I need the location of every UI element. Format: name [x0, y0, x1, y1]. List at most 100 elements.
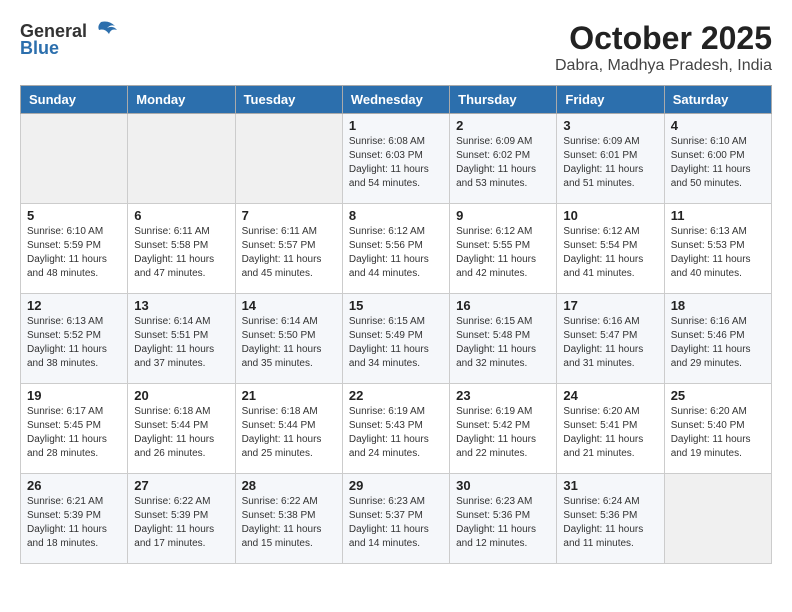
day-number: 11: [671, 208, 765, 223]
cell-info: Sunrise: 6:23 AM Sunset: 5:37 PM Dayligh…: [349, 495, 443, 551]
week-row-2: 5 Sunrise: 6:10 AM Sunset: 5:59 PM Daylig…: [21, 204, 772, 294]
cell-info: Sunrise: 6:16 AM Sunset: 5:47 PM Dayligh…: [563, 315, 657, 371]
calendar-cell: 16 Sunrise: 6:15 AM Sunset: 5:48 PM Dayli…: [450, 294, 557, 384]
cell-info: Sunrise: 6:12 AM Sunset: 5:54 PM Dayligh…: [563, 225, 657, 281]
calendar-cell: 8Sunrise: 6:12 AM Sunset: 5:56 PM Daylig…: [342, 204, 449, 294]
calendar-cell: 7Sunrise: 6:11 AM Sunset: 5:57 PM Daylig…: [235, 204, 342, 294]
calendar-cell: 19 Sunrise: 6:17 AM Sunset: 5:45 PM Dayli…: [21, 384, 128, 474]
cell-info: Sunrise: 6:11 AM Sunset: 5:57 PM Dayligh…: [242, 225, 336, 281]
cell-info: Sunrise: 6:19 AM Sunset: 5:42 PM Dayligh…: [456, 405, 550, 461]
day-number: 6: [134, 208, 228, 223]
cell-info: Sunrise: 6:22 AM Sunset: 5:38 PM Dayligh…: [242, 495, 336, 551]
cell-info: Sunrise: 6:20 AM Sunset: 5:40 PM Dayligh…: [671, 405, 765, 461]
cell-info: Sunrise: 6:09 AM Sunset: 6:02 PM Dayligh…: [456, 135, 550, 191]
cell-info: Sunrise: 6:12 AM Sunset: 5:55 PM Dayligh…: [456, 225, 550, 281]
day-number: 22: [349, 388, 443, 403]
calendar-cell: 23 Sunrise: 6:19 AM Sunset: 5:42 PM Dayli…: [450, 384, 557, 474]
cell-info: Sunrise: 6:18 AM Sunset: 5:44 PM Dayligh…: [242, 405, 336, 461]
weekday-header-thursday: Thursday: [450, 86, 557, 114]
weekday-header-tuesday: Tuesday: [235, 86, 342, 114]
calendar-cell: 22 Sunrise: 6:19 AM Sunset: 5:43 PM Dayli…: [342, 384, 449, 474]
calendar-cell: 31 Sunrise: 6:24 AM Sunset: 5:36 PM Dayli…: [557, 474, 664, 564]
calendar-cell: 25Sunrise: 6:20 AM Sunset: 5:40 PM Dayli…: [664, 384, 771, 474]
cell-info: Sunrise: 6:15 AM Sunset: 5:48 PM Dayligh…: [456, 315, 550, 371]
calendar-cell: [128, 114, 235, 204]
calendar-title: October 2025: [555, 20, 772, 57]
day-number: 24: [563, 388, 657, 403]
week-row-3: 12 Sunrise: 6:13 AM Sunset: 5:52 PM Dayli…: [21, 294, 772, 384]
cell-info: Sunrise: 6:23 AM Sunset: 5:36 PM Dayligh…: [456, 495, 550, 551]
cell-info: Sunrise: 6:17 AM Sunset: 5:45 PM Dayligh…: [27, 405, 121, 461]
day-number: 23: [456, 388, 550, 403]
cell-info: Sunrise: 6:16 AM Sunset: 5:46 PM Dayligh…: [671, 315, 765, 371]
calendar-cell: [21, 114, 128, 204]
day-number: 12: [27, 298, 121, 313]
weekday-header-saturday: Saturday: [664, 86, 771, 114]
calendar-cell: 26 Sunrise: 6:21 AM Sunset: 5:39 PM Dayli…: [21, 474, 128, 564]
cell-info: Sunrise: 6:11 AM Sunset: 5:58 PM Dayligh…: [134, 225, 228, 281]
calendar-cell: 21 Sunrise: 6:18 AM Sunset: 5:44 PM Dayli…: [235, 384, 342, 474]
calendar-cell: 5 Sunrise: 6:10 AM Sunset: 5:59 PM Daylig…: [21, 204, 128, 294]
day-number: 26: [27, 478, 121, 493]
day-number: 18: [671, 298, 765, 313]
day-number: 27: [134, 478, 228, 493]
cell-info: Sunrise: 6:10 AM Sunset: 5:59 PM Dayligh…: [27, 225, 121, 281]
cell-info: Sunrise: 6:19 AM Sunset: 5:43 PM Dayligh…: [349, 405, 443, 461]
cell-info: Sunrise: 6:18 AM Sunset: 5:44 PM Dayligh…: [134, 405, 228, 461]
day-number: 9: [456, 208, 550, 223]
cell-info: Sunrise: 6:14 AM Sunset: 5:51 PM Dayligh…: [134, 315, 228, 371]
day-number: 5: [27, 208, 121, 223]
day-number: 4: [671, 118, 765, 133]
cell-info: Sunrise: 6:10 AM Sunset: 6:00 PM Dayligh…: [671, 135, 765, 191]
cell-info: Sunrise: 6:20 AM Sunset: 5:41 PM Dayligh…: [563, 405, 657, 461]
day-number: 14: [242, 298, 336, 313]
calendar-cell: 18 Sunrise: 6:16 AM Sunset: 5:46 PM Dayli…: [664, 294, 771, 384]
week-row-4: 19 Sunrise: 6:17 AM Sunset: 5:45 PM Dayli…: [21, 384, 772, 474]
day-number: 20: [134, 388, 228, 403]
weekday-header-friday: Friday: [557, 86, 664, 114]
calendar-cell: 29 Sunrise: 6:23 AM Sunset: 5:37 PM Dayli…: [342, 474, 449, 564]
day-number: 30: [456, 478, 550, 493]
day-number: 8: [349, 208, 443, 223]
cell-info: Sunrise: 6:21 AM Sunset: 5:39 PM Dayligh…: [27, 495, 121, 551]
logo: General Blue: [20, 20, 119, 59]
calendar-cell: 24 Sunrise: 6:20 AM Sunset: 5:41 PM Dayli…: [557, 384, 664, 474]
calendar-cell: 11 Sunrise: 6:13 AM Sunset: 5:53 PM Dayli…: [664, 204, 771, 294]
calendar-cell: 9 Sunrise: 6:12 AM Sunset: 5:55 PM Daylig…: [450, 204, 557, 294]
calendar-cell: 28 Sunrise: 6:22 AM Sunset: 5:38 PM Dayli…: [235, 474, 342, 564]
calendar-cell: 30 Sunrise: 6:23 AM Sunset: 5:36 PM Dayli…: [450, 474, 557, 564]
weekday-header-sunday: Sunday: [21, 86, 128, 114]
calendar-cell: 3Sunrise: 6:09 AM Sunset: 6:01 PM Daylig…: [557, 114, 664, 204]
day-number: 3: [563, 118, 657, 133]
calendar-subtitle: Dabra, Madhya Pradesh, India: [555, 57, 772, 75]
day-number: 29: [349, 478, 443, 493]
cell-info: Sunrise: 6:13 AM Sunset: 5:53 PM Dayligh…: [671, 225, 765, 281]
calendar-cell: 10 Sunrise: 6:12 AM Sunset: 5:54 PM Dayli…: [557, 204, 664, 294]
cell-info: Sunrise: 6:24 AM Sunset: 5:36 PM Dayligh…: [563, 495, 657, 551]
day-number: 10: [563, 208, 657, 223]
cell-info: Sunrise: 6:13 AM Sunset: 5:52 PM Dayligh…: [27, 315, 121, 371]
calendar-cell: 27 Sunrise: 6:22 AM Sunset: 5:39 PM Dayli…: [128, 474, 235, 564]
cell-info: Sunrise: 6:22 AM Sunset: 5:39 PM Dayligh…: [134, 495, 228, 551]
title-section: October 2025 Dabra, Madhya Pradesh, Indi…: [555, 20, 772, 75]
calendar-cell: 15Sunrise: 6:15 AM Sunset: 5:49 PM Dayli…: [342, 294, 449, 384]
calendar-cell: 4 Sunrise: 6:10 AM Sunset: 6:00 PM Daylig…: [664, 114, 771, 204]
calendar-cell: 2Sunrise: 6:09 AM Sunset: 6:02 PM Daylig…: [450, 114, 557, 204]
day-number: 21: [242, 388, 336, 403]
calendar-cell: 12 Sunrise: 6:13 AM Sunset: 5:52 PM Dayli…: [21, 294, 128, 384]
calendar-cell: 1Sunrise: 6:08 AM Sunset: 6:03 PM Daylig…: [342, 114, 449, 204]
day-number: 28: [242, 478, 336, 493]
cell-info: Sunrise: 6:15 AM Sunset: 5:49 PM Dayligh…: [349, 315, 443, 371]
calendar-cell: 17 Sunrise: 6:16 AM Sunset: 5:47 PM Dayli…: [557, 294, 664, 384]
weekday-header-row: SundayMondayTuesdayWednesdayThursdayFrid…: [21, 86, 772, 114]
cell-info: Sunrise: 6:08 AM Sunset: 6:03 PM Dayligh…: [349, 135, 443, 191]
day-number: 31: [563, 478, 657, 493]
week-row-1: 1Sunrise: 6:08 AM Sunset: 6:03 PM Daylig…: [21, 114, 772, 204]
day-number: 17: [563, 298, 657, 313]
weekday-header-monday: Monday: [128, 86, 235, 114]
day-number: 16: [456, 298, 550, 313]
day-number: 19: [27, 388, 121, 403]
calendar-cell: 20 Sunrise: 6:18 AM Sunset: 5:44 PM Dayli…: [128, 384, 235, 474]
calendar-cell: 14Sunrise: 6:14 AM Sunset: 5:50 PM Dayli…: [235, 294, 342, 384]
week-row-5: 26 Sunrise: 6:21 AM Sunset: 5:39 PM Dayli…: [21, 474, 772, 564]
